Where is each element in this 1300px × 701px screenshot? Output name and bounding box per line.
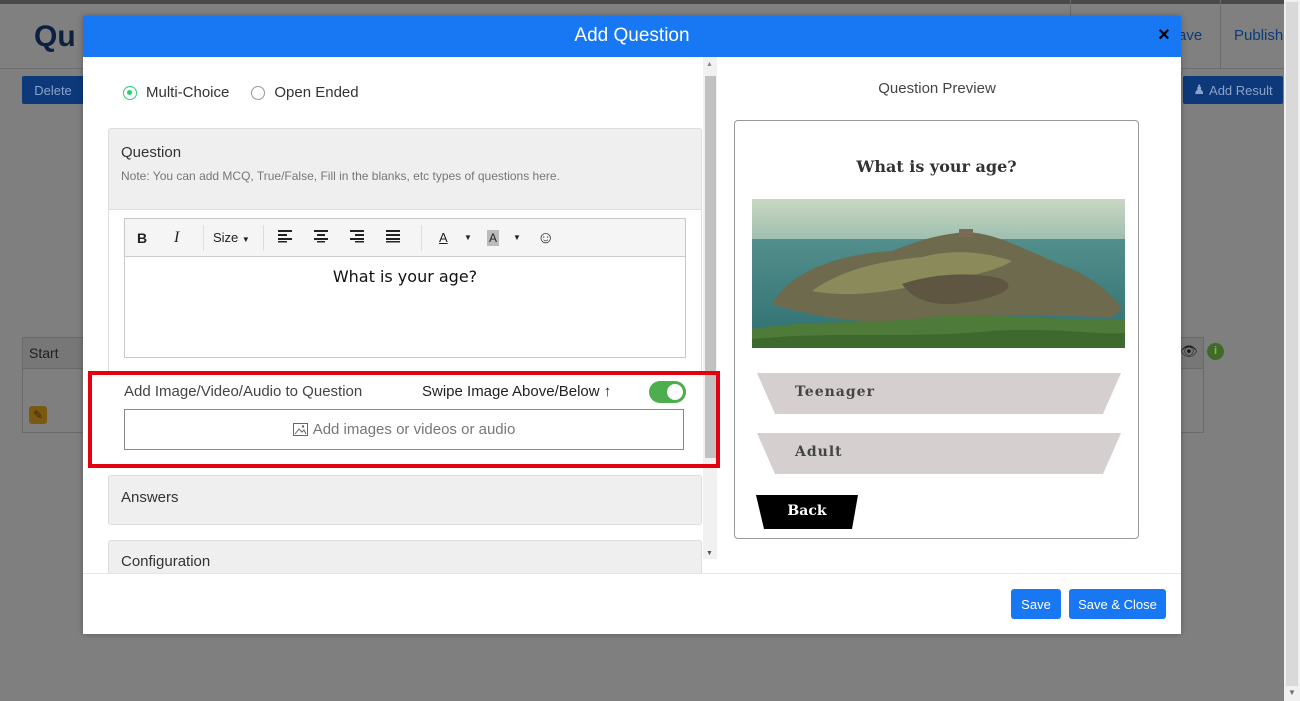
question-section-note: Note: You can add MCQ, True/False, Fill … <box>121 169 560 183</box>
configuration-panel[interactable]: Configuration <box>108 540 702 573</box>
page-scrollbar-thumb[interactable] <box>1286 2 1298 686</box>
form-scrollbar-thumb[interactable] <box>705 76 716 458</box>
header-divider <box>1220 0 1221 68</box>
open-ended-radio[interactable] <box>251 85 266 100</box>
table-start-label: Start <box>29 345 59 361</box>
scroll-up-arrow-icon[interactable]: ▲ <box>706 61 713 68</box>
swipe-label-text: Swipe Image Above/Below <box>422 383 600 400</box>
background-color-button[interactable]: A <box>487 230 500 246</box>
toolbar-divider <box>203 225 204 251</box>
question-panel-header[interactable]: Question Note: You can add MCQ, True/Fal… <box>108 128 702 210</box>
answers-title: Answers <box>121 489 179 506</box>
question-section-title: Question <box>121 144 182 161</box>
header-publish-link[interactable]: Publish <box>1234 27 1283 44</box>
align-center-icon <box>314 230 328 243</box>
media-upload-area[interactable]: Add images or videos or audio <box>124 409 684 450</box>
italic-button[interactable]: I <box>174 228 179 248</box>
modal-title: Add Question <box>574 25 690 46</box>
app-logo: Qu <box>34 20 76 53</box>
delete-button[interactable]: Delete <box>22 76 84 104</box>
edit-icon[interactable]: ✎ <box>29 406 47 424</box>
emoji-icon[interactable]: ☺ <box>537 228 554 248</box>
close-icon[interactable]: × <box>1155 24 1173 46</box>
save-button[interactable]: Save <box>1011 589 1061 619</box>
question-preview-card: What is your age? Teenager Adult Back <box>734 120 1139 539</box>
swipe-label: Swipe Image Above/Below ↑ <box>422 383 611 400</box>
font-size-label: Size <box>213 230 239 245</box>
font-color-caret-icon[interactable]: ▼ <box>464 228 472 248</box>
font-size-dropdown[interactable]: Size ▼ <box>213 228 250 248</box>
user-icon: ♟ <box>1193 82 1206 97</box>
align-center-button[interactable] <box>313 228 329 248</box>
media-upload-placeholder: Add images or videos or audio <box>312 421 516 438</box>
open-ended-label[interactable]: Open Ended <box>274 84 358 101</box>
add-question-modal: Add Question × Multi-Choice Open Ended Q… <box>83 16 1181 634</box>
align-right-button[interactable] <box>349 228 365 248</box>
image-icon <box>292 423 308 436</box>
align-left-icon <box>278 230 292 243</box>
media-label: Add Image/Video/Audio to Question <box>124 383 363 400</box>
rich-text-editor: B I Size ▼ A ▼ A ▼ ☺ What is your age? <box>124 218 686 358</box>
scroll-down-arrow-icon[interactable]: ▼ <box>706 550 713 557</box>
scroll-down-arrow-icon[interactable]: ▼ <box>1288 688 1296 697</box>
font-color-button[interactable]: A <box>439 228 448 248</box>
island-photo <box>752 199 1125 348</box>
multi-choice-label[interactable]: Multi-Choice <box>146 84 229 101</box>
background-color-caret-icon[interactable]: ▼ <box>513 228 521 248</box>
preview-question: What is your age? <box>856 157 1017 176</box>
arrow-up-icon: ↑ <box>603 383 612 400</box>
header-save-link[interactable]: ave <box>1178 27 1202 44</box>
swipe-toggle[interactable] <box>649 381 686 403</box>
info-icon[interactable]: i <box>1207 343 1224 360</box>
align-left-button[interactable] <box>277 228 293 248</box>
preview-answer-text: Adult <box>795 444 843 460</box>
justify-button[interactable] <box>385 228 401 248</box>
background-top-bar <box>0 0 1284 4</box>
bold-button[interactable]: B <box>137 228 147 248</box>
modal-footer-divider <box>83 573 1181 574</box>
preview-answer-option[interactable]: Adult <box>757 433 1121 474</box>
question-form: Multi-Choice Open Ended Question Note: Y… <box>83 57 719 573</box>
page-scrollbar[interactable]: ▼ <box>1284 0 1300 701</box>
caret-down-icon: ▼ <box>241 235 250 244</box>
configuration-title: Configuration <box>121 553 211 570</box>
question-text[interactable]: What is your age? <box>125 267 685 286</box>
preview-image <box>752 199 1125 348</box>
modal-header: Add Question <box>83 16 1181 57</box>
justify-icon <box>386 230 400 243</box>
align-right-icon <box>350 230 364 243</box>
preview-answer-option[interactable]: Teenager <box>757 373 1121 414</box>
editor-toolbar: B I Size ▼ A ▼ A ▼ ☺ <box>125 219 685 257</box>
form-scrollbar[interactable]: ▲ ▼ <box>703 57 717 559</box>
preview-answer-text: Teenager <box>795 384 875 400</box>
add-result-button[interactable]: ♟ Add Result <box>1183 76 1283 104</box>
preview-title: Question Preview <box>878 80 996 97</box>
add-result-label: Add Result <box>1209 82 1273 98</box>
preview-back-button[interactable]: Back <box>756 495 858 529</box>
multi-choice-radio[interactable] <box>123 85 137 100</box>
answers-panel[interactable]: Answers <box>108 475 702 525</box>
preview-back-label: Back <box>787 503 827 519</box>
toolbar-divider <box>263 225 264 251</box>
question-type-group: Multi-Choice Open Ended <box>123 84 381 101</box>
eye-icon[interactable]: 👁 <box>1180 343 1198 360</box>
toolbar-divider <box>421 225 422 251</box>
save-and-close-button[interactable]: Save & Close <box>1069 589 1166 619</box>
